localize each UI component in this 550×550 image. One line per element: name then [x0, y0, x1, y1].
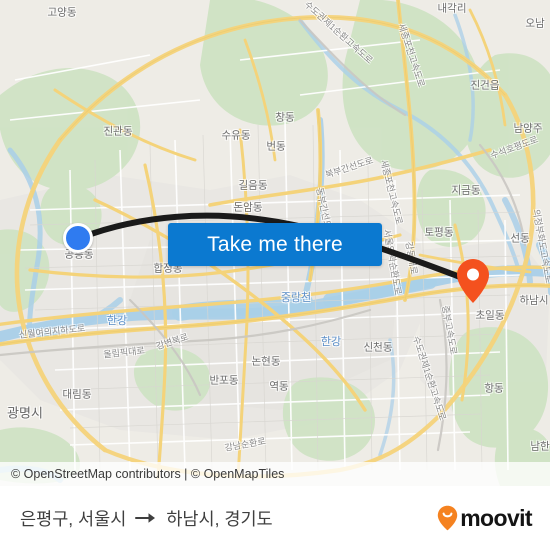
route-summary: 은평구, 서울시 하남시, 경기도 — [20, 506, 273, 531]
moovit-logo: moovit — [437, 504, 533, 531]
take-me-there-button[interactable]: Take me there — [168, 223, 382, 266]
moovit-wordmark: moovit — [460, 504, 532, 531]
map-container[interactable]: 고양동 내각리 오남 수도권제1순환고속도로 세종포천고속도로 진건읍 진관동 수유동 창동 번동… — [0, 0, 550, 486]
arrow-right-icon — [135, 513, 156, 523]
origin-label: 은평구, 서울시 — [20, 508, 127, 529]
moovit-map-screenshot: 고양동 내각리 오남 수도권제1순환고속도로 세종포천고속도로 진건읍 진관동 수유동 창동 번동… — [0, 0, 550, 550]
moovit-pin-icon — [438, 505, 458, 531]
footer-bar: 은평구, 서울시 하남시, 경기도 moovit — [0, 486, 550, 550]
destination-pin[interactable] — [456, 258, 490, 304]
origin-dot[interactable] — [63, 223, 93, 253]
map-attribution: © OpenStreetMap contributors | © OpenMap… — [0, 462, 550, 486]
destination-label: 하남시, 경기도 — [166, 508, 273, 529]
